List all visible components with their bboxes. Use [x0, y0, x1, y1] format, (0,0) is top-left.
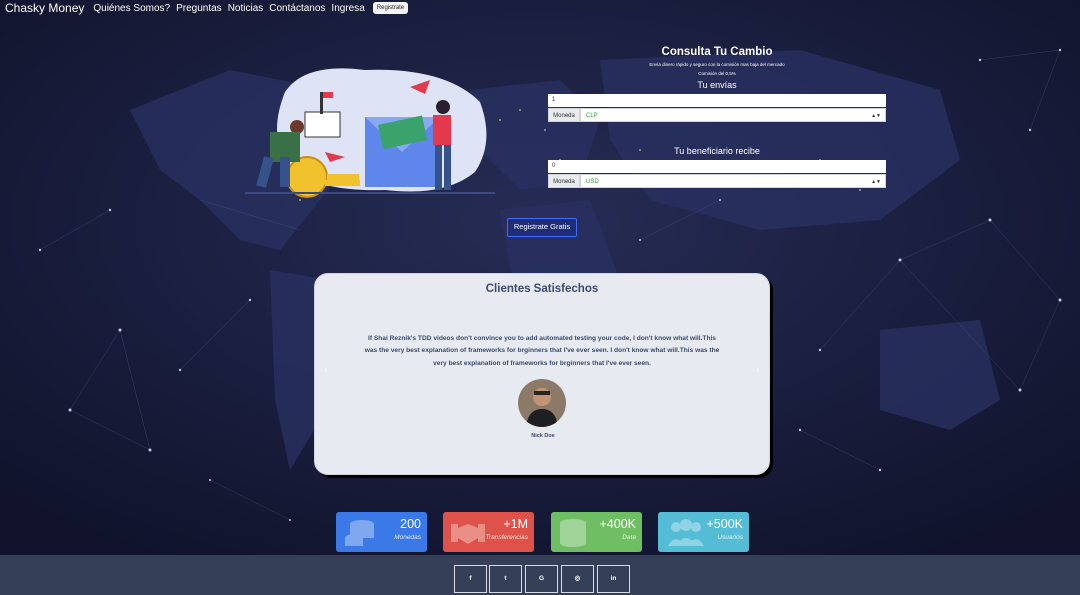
top-navbar: Chasky Money Quiénes Somos? Preguntas No… — [0, 0, 409, 16]
instagram-icon[interactable]: ◎ — [561, 565, 594, 593]
stat-value: +500K — [706, 517, 744, 531]
linkedin-icon[interactable]: in — [597, 565, 630, 593]
stat-label: Usuarios — [717, 534, 743, 541]
stat-value: +1M — [503, 517, 528, 531]
testimonial-quote: If Shai Reznik's TDD videos don't convin… — [364, 335, 720, 367]
receive-currency-value: USD — [586, 179, 599, 185]
stat-card-transferencias: +1M Transferencias — [443, 512, 534, 552]
receive-currency-select[interactable]: USD ▲▼ — [580, 174, 886, 188]
send-currency-label: Moneda — [548, 108, 580, 122]
google-icon[interactable]: G — [525, 565, 558, 593]
send-amount-input[interactable]: 1 — [548, 94, 886, 107]
nav-link-ingresa[interactable]: Ingresa — [331, 3, 364, 14]
exchange-calculator: Consulta Tu Cambio Envía dinero rápido y… — [548, 44, 886, 188]
register-nav-button[interactable]: Registrate — [372, 2, 409, 14]
commission-text: Comisión del 0,5% — [698, 71, 736, 76]
handshake-icon — [451, 524, 485, 544]
converter-title: Consulta Tu Cambio — [661, 46, 773, 58]
send-label: Tu envías — [697, 80, 737, 90]
stat-card-data: +400K Data — [551, 512, 642, 552]
facebook-icon[interactable]: f — [454, 565, 487, 593]
send-currency-select[interactable]: CLP ▲▼ — [580, 108, 886, 122]
carousel-next-icon[interactable]: › — [757, 367, 759, 374]
brand-logo[interactable]: Chasky Money — [5, 1, 84, 15]
users-icon — [668, 519, 704, 546]
testimonial-author: Nick Doe — [531, 433, 555, 439]
stat-value: +400K — [599, 517, 637, 531]
receive-currency-label: Moneda — [548, 174, 580, 188]
nav-link-contactanos[interactable]: Contáctanos — [269, 3, 325, 14]
register-free-button[interactable]: Registrate Gratis — [507, 218, 577, 237]
twitter-icon[interactable]: t — [489, 565, 522, 593]
nav-link-quienes-somos[interactable]: Quiénes Somos? — [93, 3, 170, 14]
send-currency-value: CLP — [586, 113, 598, 119]
stat-card-monedas: 200 Monedas — [336, 512, 427, 552]
hero-illustration — [245, 68, 495, 198]
stat-label: Transferencias — [485, 534, 528, 541]
stat-label: Monedas — [394, 534, 421, 541]
avatar — [518, 379, 566, 427]
nav-link-noticias[interactable]: Noticias — [228, 3, 264, 14]
nav-link-preguntas[interactable]: Preguntas — [176, 3, 222, 14]
carousel-prev-icon[interactable]: ‹ — [325, 367, 327, 374]
testimonials-card: Clientes Satisfechos If Shai Reznik's TD… — [314, 273, 770, 475]
stat-card-usuarios: +500K Usuarios — [658, 512, 749, 552]
database-icon — [560, 519, 586, 547]
send-currency-row: Moneda CLP ▲▼ — [548, 108, 886, 122]
receive-currency-row: Moneda USD ▲▼ — [548, 174, 886, 188]
receive-label: Tu beneficiario recibe — [674, 146, 760, 156]
receive-amount-input[interactable]: 0 — [548, 160, 886, 173]
stat-value: 200 — [400, 517, 421, 531]
stat-label: Data — [622, 534, 636, 541]
converter-subtitle: Envía dinero rápido y seguro con la comi… — [649, 62, 785, 67]
coins-icon — [345, 520, 374, 546]
select-arrows-icon: ▲▼ — [871, 179, 881, 185]
select-arrows-icon: ▲▼ — [871, 113, 881, 119]
testimonials-title: Clientes Satisfechos — [485, 283, 599, 295]
